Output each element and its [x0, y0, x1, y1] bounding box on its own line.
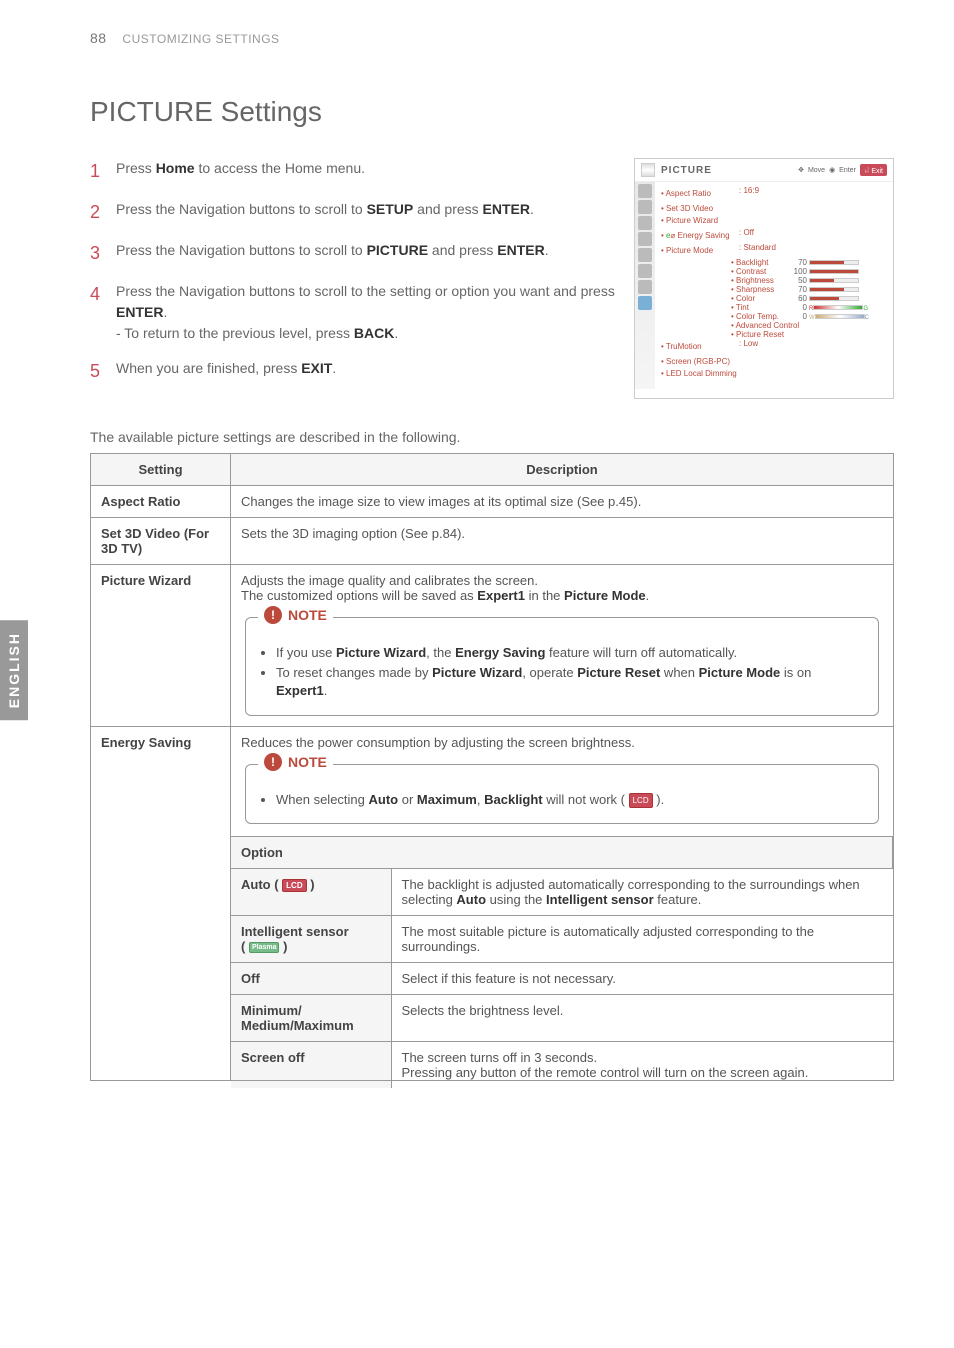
osd-item: • Set 3D Video: [661, 204, 887, 213]
osd-enter-label: Enter: [839, 167, 856, 174]
osd-value: : Low: [739, 339, 758, 354]
osd-side-icon: [638, 200, 652, 214]
setting-desc: Sets the 3D imaging option (See p.84).: [231, 518, 894, 565]
osd-move-icon: ✥: [798, 166, 804, 174]
osd-side-icon: [638, 248, 652, 262]
osd-slider: • Contrast100: [731, 267, 887, 276]
option-name: Auto ( LCD ): [231, 868, 391, 915]
step-5: 5 When you are finished, press EXIT.: [90, 358, 624, 385]
option-name: Off: [231, 962, 391, 994]
osd-item: • LED Local Dimming: [661, 369, 887, 378]
step-text: Press Home to access the Home menu.: [116, 158, 624, 185]
settings-table: Setting Description Aspect Ratio Changes…: [90, 453, 894, 1081]
th-setting: Setting: [91, 454, 231, 486]
osd-slider: • Color60: [731, 294, 887, 303]
step-2: 2 Press the Navigation buttons to scroll…: [90, 199, 624, 226]
desc-text: Adjusts the image quality and calibrates…: [241, 573, 883, 603]
steps-list: 1 Press Home to access the Home menu. 2 …: [90, 158, 624, 399]
option-name: Minimum/ Medium/Maximum: [231, 994, 391, 1041]
osd-title-icon: [641, 163, 655, 177]
step-num: 4: [90, 281, 116, 344]
osd-slider: • Backlight70: [731, 258, 887, 267]
setting-desc: Reduces the power consumption by adjusti…: [231, 726, 894, 1080]
osd-value: : Standard: [739, 243, 776, 258]
setting-name: Aspect Ratio: [91, 486, 231, 518]
option-desc: The most suitable picture is automatical…: [391, 915, 893, 962]
option-header: Option: [231, 836, 893, 868]
osd-side-icon: [638, 280, 652, 294]
osd-title: PICTURE: [661, 165, 712, 176]
note-icon: !: [264, 606, 282, 624]
note-item: When selecting Auto or Maximum, Backligh…: [276, 791, 866, 809]
step-3: 3 Press the Navigation buttons to scroll…: [90, 240, 624, 267]
step-text: Press the Navigation buttons to scroll t…: [116, 199, 624, 226]
page-header: 88 CUSTOMIZING SETTINGS: [90, 30, 894, 46]
osd-item: • Advanced Control: [731, 321, 887, 330]
setting-desc: Changes the image size to view images at…: [231, 486, 894, 518]
energy-options-table: Option Auto ( LCD ) The backlight is adj…: [231, 836, 893, 1088]
note-box: ! NOTE When selecting Auto or Maximum, B…: [245, 764, 879, 824]
osd-value: : Off: [739, 228, 754, 243]
step-num: 5: [90, 358, 116, 385]
osd-item: • e⌀ Energy Saving: [661, 231, 737, 240]
note-box: ! NOTE If you use Picture Wizard, the En…: [245, 617, 879, 716]
lcd-icon: LCD: [629, 793, 653, 808]
osd-menu-preview: PICTURE ✥ Move ◉ Enter ꈤ Exit: [634, 158, 894, 399]
osd-slider: • Sharpness70: [731, 285, 887, 294]
settings-intro: The available picture settings are descr…: [90, 429, 894, 445]
setting-desc: Adjusts the image quality and calibrates…: [231, 565, 894, 727]
osd-slider: • Tint0RG: [731, 303, 887, 312]
note-tag: ! NOTE: [258, 753, 333, 771]
osd-slider: • Color Temp.0WC: [731, 312, 887, 321]
step-text: When you are finished, press EXIT.: [116, 358, 624, 385]
setting-name: Energy Saving: [91, 726, 231, 1080]
osd-item: • Picture Wizard: [661, 216, 887, 225]
note-label: NOTE: [288, 754, 327, 770]
osd-item: • Picture Reset: [731, 330, 887, 339]
option-desc: The screen turns off in 3 seconds. Press…: [391, 1041, 893, 1088]
desc-text: Reduces the power consumption by adjusti…: [241, 735, 883, 750]
header-section: CUSTOMIZING SETTINGS: [122, 32, 279, 46]
step-text: Press the Navigation buttons to scroll t…: [116, 240, 624, 267]
option-desc: The backlight is adjusted automatically …: [391, 868, 893, 915]
osd-enter-icon: ◉: [829, 166, 835, 174]
osd-side-icons: [635, 182, 655, 389]
osd-side-icon: [638, 184, 652, 198]
note-icon: !: [264, 753, 282, 771]
osd-side-icon: [638, 296, 652, 310]
setting-name: Picture Wizard: [91, 565, 231, 727]
page-number: 88: [90, 30, 107, 46]
osd-exit-button: ꈤ Exit: [860, 164, 887, 176]
note-item: To reset changes made by Picture Wizard,…: [276, 664, 866, 700]
option-name: Screen off: [231, 1041, 391, 1088]
osd-item: • Picture Mode: [661, 246, 737, 255]
osd-item: • Aspect Ratio: [661, 189, 737, 198]
option-desc: Selects the brightness level.: [391, 994, 893, 1041]
th-description: Description: [231, 454, 894, 486]
section-title: PICTURE Settings: [90, 96, 894, 128]
step-4: 4 Press the Navigation buttons to scroll…: [90, 281, 624, 344]
option-desc: Select if this feature is not necessary.: [391, 962, 893, 994]
osd-side-icon: [638, 264, 652, 278]
step-num: 3: [90, 240, 116, 267]
osd-item: • Screen (RGB-PC): [661, 357, 887, 366]
step-1: 1 Press Home to access the Home menu.: [90, 158, 624, 185]
osd-side-icon: [638, 232, 652, 246]
step-text: Press the Navigation buttons to scroll t…: [116, 281, 624, 344]
note-label: NOTE: [288, 607, 327, 623]
step-num: 1: [90, 158, 116, 185]
note-tag: ! NOTE: [258, 606, 333, 624]
note-item: If you use Picture Wizard, the Energy Sa…: [276, 644, 866, 662]
osd-move-label: Move: [808, 167, 825, 174]
step-num: 2: [90, 199, 116, 226]
osd-value: : 16:9: [739, 186, 759, 201]
osd-side-icon: [638, 216, 652, 230]
setting-name: Set 3D Video (For 3D TV): [91, 518, 231, 565]
option-name: Intelligent sensor( Plasma ): [231, 915, 391, 962]
osd-item: • TruMotion: [661, 342, 737, 351]
osd-slider: • Brightness50: [731, 276, 887, 285]
